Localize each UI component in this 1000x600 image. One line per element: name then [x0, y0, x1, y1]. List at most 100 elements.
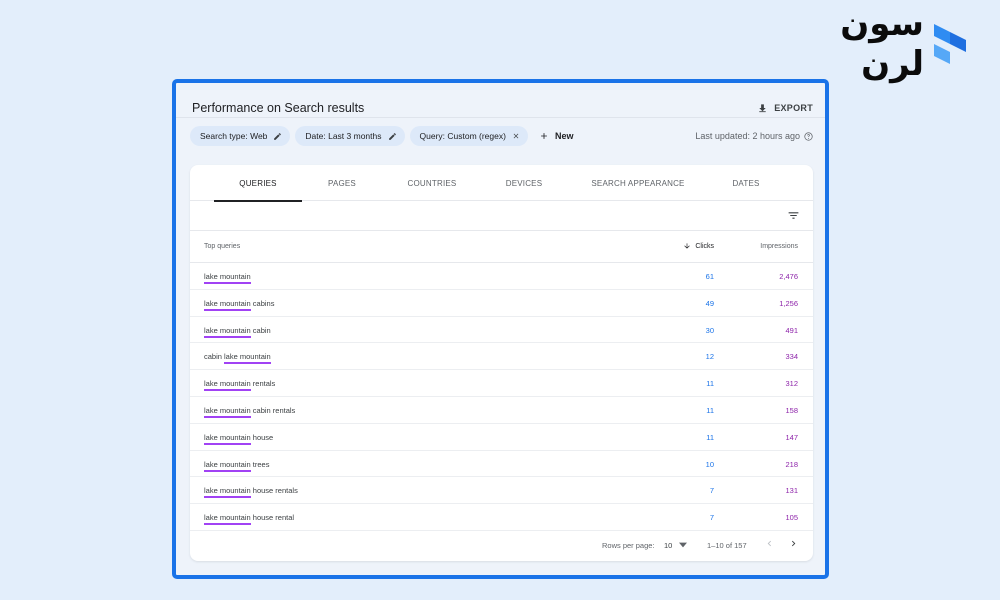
- query-cell: lake mountain cabins: [204, 298, 274, 311]
- query-cell: lake mountain cabin: [204, 325, 271, 338]
- query-text: trees: [250, 459, 270, 469]
- table-row[interactable]: lake mountain cabin 30 491: [190, 317, 813, 344]
- column-header-clicks[interactable]: Clicks: [683, 242, 714, 250]
- tab-pages[interactable]: PAGES: [302, 165, 382, 201]
- filter-chip-label: Search type: Web: [200, 131, 268, 141]
- report-tabs: QUERIES PAGES COUNTRIES DEVICES SEARCH A…: [190, 165, 813, 202]
- query-match-highlight: lake mountain: [224, 352, 271, 365]
- table-row[interactable]: lake mountain rentals 11 312: [190, 370, 813, 397]
- tab-search-appearance[interactable]: SEARCH APPEARANCE: [580, 165, 696, 201]
- query-text: cabin rentals: [250, 405, 296, 415]
- clicks-cell: 11: [706, 379, 714, 389]
- report-card: QUERIES PAGES COUNTRIES DEVICES SEARCH A…: [190, 165, 813, 561]
- query-match-highlight: lake mountain: [204, 432, 251, 445]
- brand-mark-icon: [934, 24, 966, 64]
- last-updated-text: Last updated: 2 hours ago: [695, 131, 800, 141]
- table-toolbar: [190, 201, 813, 231]
- query-match-highlight: lake mountain: [204, 325, 251, 338]
- impressions-cell: 105: [785, 513, 798, 523]
- filter-bar: Search type: Web Date: Last 3 months Que…: [190, 125, 813, 147]
- close-icon[interactable]: [512, 132, 520, 140]
- clicks-cell: 12: [705, 352, 714, 362]
- tab-devices[interactable]: DEVICES: [486, 165, 562, 201]
- query-match-highlight: lake mountain: [204, 459, 251, 472]
- impressions-cell: 1,256: [779, 298, 798, 308]
- table-body: lake mountain 61 2,476 lake mountain cab…: [190, 263, 813, 531]
- query-cell: lake mountain rentals: [204, 379, 276, 392]
- brand-logo: سون لرن: [796, 4, 971, 84]
- query-match-highlight: lake mountain: [204, 298, 251, 311]
- arrow-down-icon: [684, 243, 690, 249]
- impressions-cell: 491: [785, 325, 798, 335]
- chevron-left-icon[interactable]: [764, 538, 775, 549]
- clicks-cell: 11: [706, 405, 714, 415]
- filter-chip-query[interactable]: Query: Custom (regex): [409, 126, 528, 146]
- table-row[interactable]: lake mountain trees 10 218: [190, 451, 813, 478]
- column-header-clicks-label: Clicks: [695, 242, 714, 250]
- table-header: Top queries Clicks Impressions: [190, 231, 813, 263]
- query-cell: lake mountain trees: [204, 459, 270, 472]
- table-row[interactable]: lake mountain house 11 147: [190, 424, 813, 451]
- tab-dates[interactable]: DATES: [710, 165, 782, 201]
- table-row[interactable]: lake mountain house rentals 7 131: [190, 477, 813, 505]
- clicks-cell: 11: [706, 432, 714, 442]
- plus-icon: [541, 133, 547, 139]
- impressions-cell: 2,476: [779, 272, 798, 281]
- query-cell: lake mountain cabin rentals: [204, 405, 296, 418]
- filter-chip-date[interactable]: Date: Last 3 months: [295, 126, 405, 146]
- clicks-cell: 7: [709, 486, 714, 496]
- query-text: cabin: [204, 352, 225, 362]
- last-updated: Last updated: 2 hours ago: [695, 131, 813, 141]
- chevron-right-icon[interactable]: [788, 538, 799, 549]
- query-text: house rental: [250, 513, 295, 523]
- pencil-icon[interactable]: [273, 132, 282, 141]
- panel-header: Performance on Search results EXPORT: [192, 93, 813, 123]
- header-divider: [176, 117, 825, 118]
- export-button[interactable]: EXPORT: [757, 103, 813, 114]
- query-text: house rentals: [250, 486, 298, 496]
- query-match-highlight: lake mountain: [204, 405, 251, 418]
- query-text: house: [250, 432, 274, 442]
- page-range: 1–10 of 157: [707, 541, 747, 550]
- table-row[interactable]: lake mountain cabin rentals 11 158: [190, 397, 813, 424]
- caret-down-icon[interactable]: [679, 542, 687, 548]
- query-cell: lake mountain house rentals: [204, 486, 298, 499]
- new-filter-label: New: [554, 131, 574, 141]
- clicks-cell: 10: [705, 459, 714, 469]
- performance-panel: Performance on Search results EXPORT Sea…: [172, 79, 829, 579]
- column-header-query[interactable]: Top queries: [204, 243, 240, 250]
- impressions-cell: 218: [785, 459, 798, 469]
- filter-icon[interactable]: [787, 209, 800, 222]
- clicks-cell: 7: [709, 513, 714, 523]
- filter-chip-label: Date: Last 3 months: [305, 131, 382, 141]
- query-text: cabin: [250, 325, 271, 335]
- query-match-highlight: lake mountain: [204, 379, 251, 392]
- table-row[interactable]: lake mountain 61 2,476: [190, 263, 813, 290]
- query-text: rentals: [250, 379, 276, 389]
- table-row[interactable]: lake mountain house rental 7 105: [190, 504, 813, 531]
- query-cell: lake mountain: [204, 272, 251, 284]
- table-row[interactable]: lake mountain cabins 49 1,256: [190, 290, 813, 317]
- download-icon: [759, 103, 766, 112]
- help-icon[interactable]: [804, 131, 813, 141]
- impressions-cell: 334: [785, 352, 798, 362]
- filter-chip-search-type[interactable]: Search type: Web: [190, 126, 291, 146]
- new-filter-button[interactable]: New: [539, 131, 574, 141]
- tab-countries[interactable]: COUNTRIES: [390, 165, 474, 201]
- query-cell: lake mountain house: [204, 432, 274, 445]
- clicks-cell: 61: [705, 272, 714, 281]
- column-header-impressions[interactable]: Impressions: [760, 243, 798, 250]
- clicks-cell: 49: [705, 298, 714, 308]
- clicks-cell: 30: [705, 325, 714, 335]
- page-title: Performance on Search results: [192, 101, 365, 115]
- query-match-highlight: lake mountain: [204, 486, 251, 499]
- table-row[interactable]: cabin lake mountain 12 334: [190, 343, 813, 371]
- impressions-cell: 312: [785, 379, 798, 389]
- impressions-cell: 131: [785, 486, 798, 496]
- query-cell: lake mountain house rental: [204, 513, 295, 526]
- pagination: Rows per page: 10 1–10 of 157: [190, 529, 813, 561]
- rows-per-page-select[interactable]: 10: [664, 541, 672, 550]
- pencil-icon[interactable]: [388, 132, 397, 141]
- brand-logo-text: سون لرن: [840, 4, 925, 84]
- tab-queries[interactable]: QUERIES: [214, 165, 302, 202]
